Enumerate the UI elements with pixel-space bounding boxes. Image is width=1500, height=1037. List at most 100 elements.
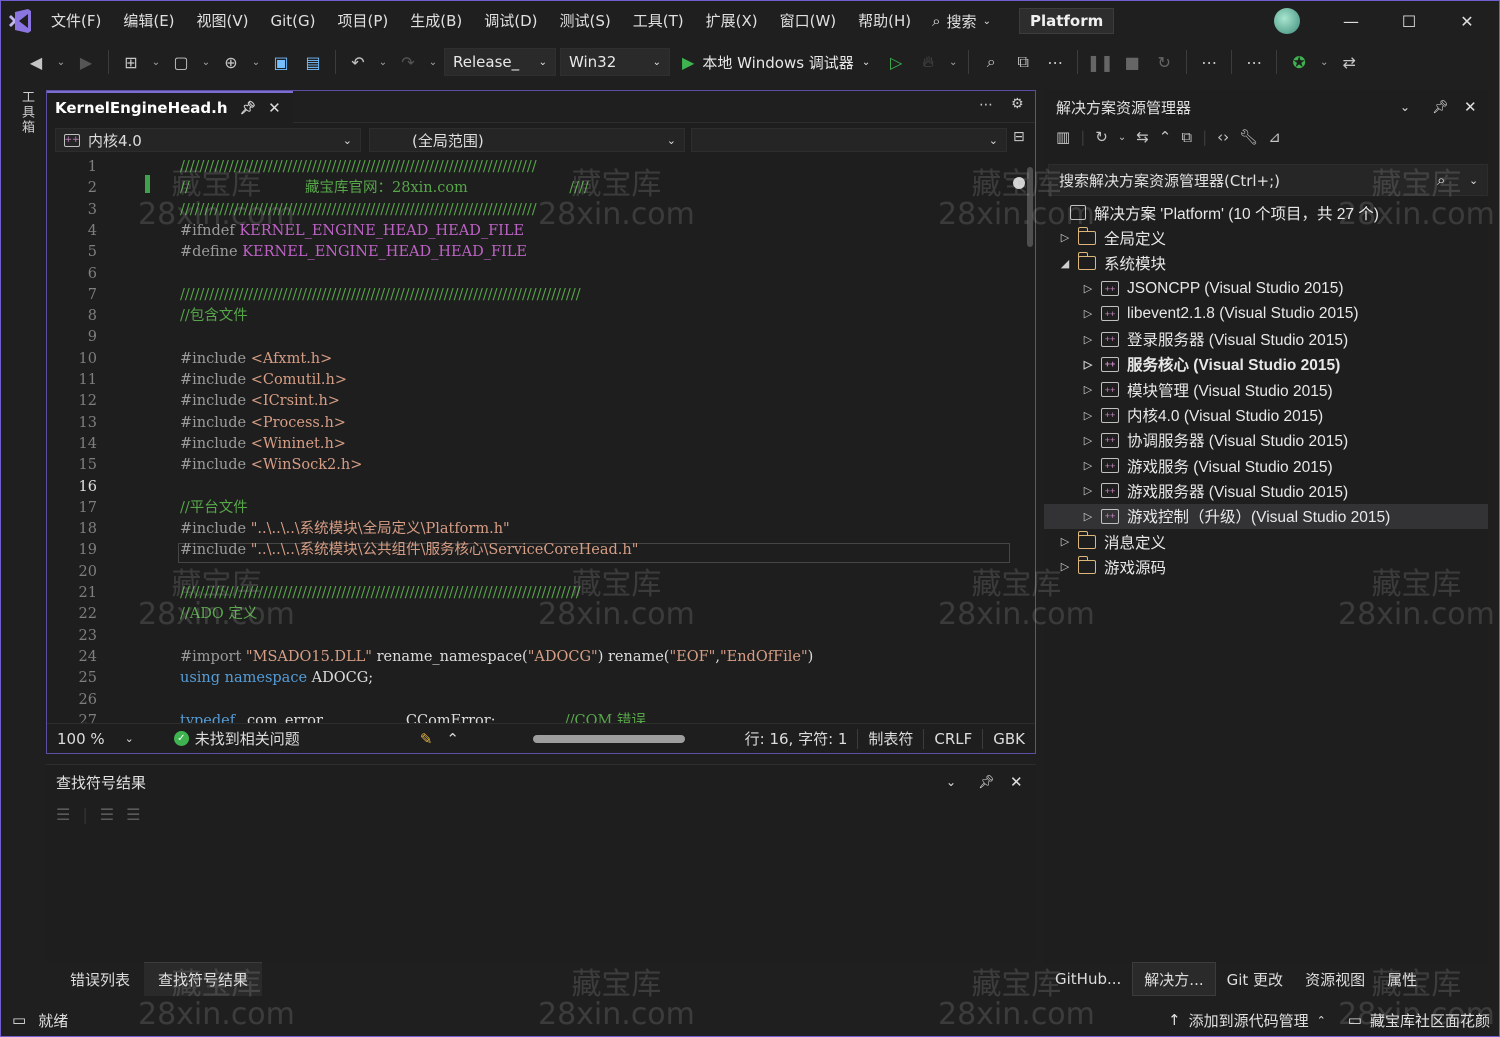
hot-reload-icon[interactable]: 🔥︎ (914, 48, 942, 76)
chevron-down-icon[interactable]: ⌄ (249, 57, 263, 68)
collapsed-chevron-icon[interactable]: ▷ (1081, 358, 1095, 371)
tab-git-changes[interactable]: Git 更改 (1216, 962, 1294, 996)
collapsed-chevron-icon[interactable]: ▷ (1081, 484, 1095, 497)
tree-folder[interactable]: ▷ 消息定义 (1044, 529, 1488, 554)
encoding[interactable]: GBK (983, 730, 1035, 748)
more-icon[interactable]: ⋯ (979, 97, 993, 113)
close-icon[interactable]: ✕ (1464, 98, 1477, 116)
tree-project[interactable]: ▷ ++ 游戏服务器 (Visual Studio 2015) (1044, 478, 1488, 503)
collapse-all-icon[interactable]: ⌃ (1159, 128, 1172, 146)
menu-item[interactable]: 帮助(H) (847, 0, 922, 42)
start-without-debugging-icon[interactable]: ▷ (882, 48, 910, 76)
sync-with-document-icon[interactable]: ⇆ (1136, 128, 1149, 146)
restart-icon[interactable]: ↻ (1150, 48, 1178, 76)
browser-link-icon[interactable]: ⧉ (1009, 48, 1037, 76)
chevron-down-icon[interactable]: ⌄ (376, 57, 390, 68)
find-in-files-icon[interactable]: ⌕ (977, 48, 1005, 76)
menu-item[interactable]: 测试(S) (549, 0, 622, 42)
tab-github[interactable]: GitHub... (1044, 962, 1132, 996)
line-ending[interactable]: CRLF (924, 730, 982, 748)
tree-project[interactable]: ▷ ++ 服务核心 (Visual Studio 2015) (1044, 352, 1488, 377)
chevron-down-icon[interactable]: ⌄ (426, 57, 440, 68)
tab-kernel-engine-head[interactable]: KernelEngineHead.h 📌︎ ✕ (47, 91, 293, 123)
tree-project[interactable]: ▷ ++ 游戏服务 (Visual Studio 2015) (1044, 453, 1488, 478)
tab-resource-view[interactable]: 资源视图 (1294, 962, 1376, 996)
collapsed-chevron-icon[interactable]: ▷ (1081, 282, 1095, 295)
properties-wrench-icon[interactable]: 🔧︎ (1239, 128, 1258, 146)
add-to-source-control-button[interactable]: ↑ 添加到源代码管理 ⌃ (1168, 1010, 1326, 1031)
collapsed-chevron-icon[interactable]: ▷ (1081, 459, 1095, 472)
pause-icon[interactable]: ❚❚ (1086, 48, 1114, 76)
chevron-down-icon[interactable]: ⌄ (1317, 57, 1331, 68)
zoom-select[interactable]: 100 % ⌄ (47, 730, 144, 748)
tree-folder[interactable]: ▷ 游戏源码 (1044, 554, 1488, 579)
chevron-down-icon[interactable]: ⌄ (54, 57, 68, 68)
chevron-down-icon[interactable]: ⌄ (946, 775, 956, 789)
collapsed-chevron-icon[interactable]: ▷ (1081, 333, 1095, 346)
menu-item[interactable]: 工具(T) (622, 0, 695, 42)
close-icon[interactable]: ✕ (1010, 773, 1023, 791)
chevron-down-icon[interactable]: ⌄ (149, 57, 163, 68)
tree-project[interactable]: ▷ ++ JSONCPP (Visual Studio 2015) (1044, 276, 1488, 301)
tab-error-list[interactable]: 错误列表 (56, 962, 144, 996)
tree-folder[interactable]: ◢ 系统模块 (1044, 251, 1488, 276)
code-area[interactable]: 1 ///////////////////////////////////////… (47, 157, 1035, 723)
next-location-icon[interactable]: ☰ (126, 805, 140, 824)
tree-project[interactable]: ▷ ++ 内核4.0 (Visual Studio 2015) (1044, 402, 1488, 427)
pin-icon[interactable]: 📌︎ (240, 101, 257, 116)
menu-item[interactable]: 生成(B) (399, 0, 473, 42)
code-cleanup-icon[interactable]: ✎ (410, 730, 443, 748)
new-file-icon[interactable]: ▢ (167, 48, 195, 76)
solution-name-badge[interactable]: Platform (1018, 8, 1115, 34)
solution-search-input[interactable]: 搜索解决方案资源管理器(Ctrl+;) ⌕ ⌄ (1048, 164, 1488, 196)
menu-item[interactable]: 项目(P) (327, 0, 400, 42)
chevron-down-icon[interactable]: ⌄ (946, 57, 960, 68)
previous-location-icon[interactable]: ☰ (100, 805, 114, 824)
menu-item[interactable]: Git(G) (260, 0, 327, 42)
tab-find-symbol-results[interactable]: 查找符号结果 (144, 962, 263, 996)
pin-icon[interactable]: 📌︎ (1432, 100, 1449, 115)
menu-item[interactable]: 视图(V) (186, 0, 260, 42)
tree-project[interactable]: ▷ ++ libevent2.1.8 (Visual Studio 2015) (1044, 301, 1488, 326)
search-icon[interactable]: ⌕ (1437, 171, 1445, 189)
undo-icon[interactable]: ↶ (344, 48, 372, 76)
tab-properties[interactable]: 属性 (1376, 962, 1428, 996)
close-window-button[interactable]: ✕ (1438, 0, 1496, 42)
forward-icon[interactable]: ▶ (72, 48, 100, 76)
tab-solution-explorer[interactable]: 解决方... (1132, 962, 1216, 996)
menu-item[interactable]: 扩展(X) (695, 0, 769, 42)
menu-item[interactable]: 窗口(W) (769, 0, 848, 42)
expanded-chevron-icon[interactable]: ◢ (1058, 257, 1072, 270)
more-icon[interactable]: ⋯ (1041, 48, 1069, 76)
add-item-icon[interactable]: ⊕ (217, 48, 245, 76)
new-project-icon[interactable]: ⊞ (117, 48, 145, 76)
show-all-files-icon[interactable]: ⧉ (1181, 128, 1192, 146)
more-icon[interactable]: ⋯ (1195, 48, 1223, 76)
preview-selected-icon[interactable]: ⊿ (1268, 128, 1281, 146)
menu-item[interactable]: 编辑(E) (112, 0, 185, 42)
collapsed-chevron-icon[interactable]: ▷ (1058, 231, 1072, 244)
issues-indicator[interactable]: ✓ 未找到相关问题 (164, 728, 310, 749)
back-icon[interactable]: ◀ (22, 48, 50, 76)
member-select[interactable]: ⌄ (691, 128, 1007, 152)
menu-item[interactable]: 调试(D) (473, 0, 548, 42)
platform-select[interactable]: Win32 ⌄ (560, 48, 670, 76)
menu-item[interactable]: 文件(F) (40, 0, 112, 42)
close-icon[interactable]: ✕ (268, 99, 281, 117)
avatar[interactable] (1274, 8, 1300, 34)
chevron-down-icon[interactable]: ⌄ (1118, 132, 1126, 143)
switch-views-icon[interactable]: ▥ (1056, 128, 1070, 146)
scope-select[interactable]: (全局范围) ⌄ (369, 128, 685, 152)
chevron-down-icon[interactable]: ⌄ (1469, 174, 1478, 187)
vertical-scrollbar[interactable] (1027, 167, 1033, 247)
copilot-icon[interactable]: ✪ (1285, 48, 1313, 76)
repository-button[interactable]: ▭ 藏宝库社区面花颜 (1348, 1010, 1490, 1031)
collapsed-chevron-icon[interactable]: ▷ (1081, 434, 1095, 447)
solution-root[interactable]: 解决方案 'Platform' (10 个项目，共 27 个) (1044, 200, 1488, 225)
collapsed-chevron-icon[interactable]: ▷ (1058, 535, 1072, 548)
collapsed-chevron-icon[interactable]: ▷ (1058, 560, 1072, 573)
visual-studio-logo-icon[interactable] (0, 0, 40, 42)
tree-project[interactable]: ▷ ++ 协调服务器 (Visual Studio 2015) (1044, 428, 1488, 453)
start-debugger-button[interactable]: ▶ 本地 Windows 调试器 ⌄ (674, 48, 878, 76)
gear-icon[interactable]: ⚙ (1011, 96, 1024, 112)
